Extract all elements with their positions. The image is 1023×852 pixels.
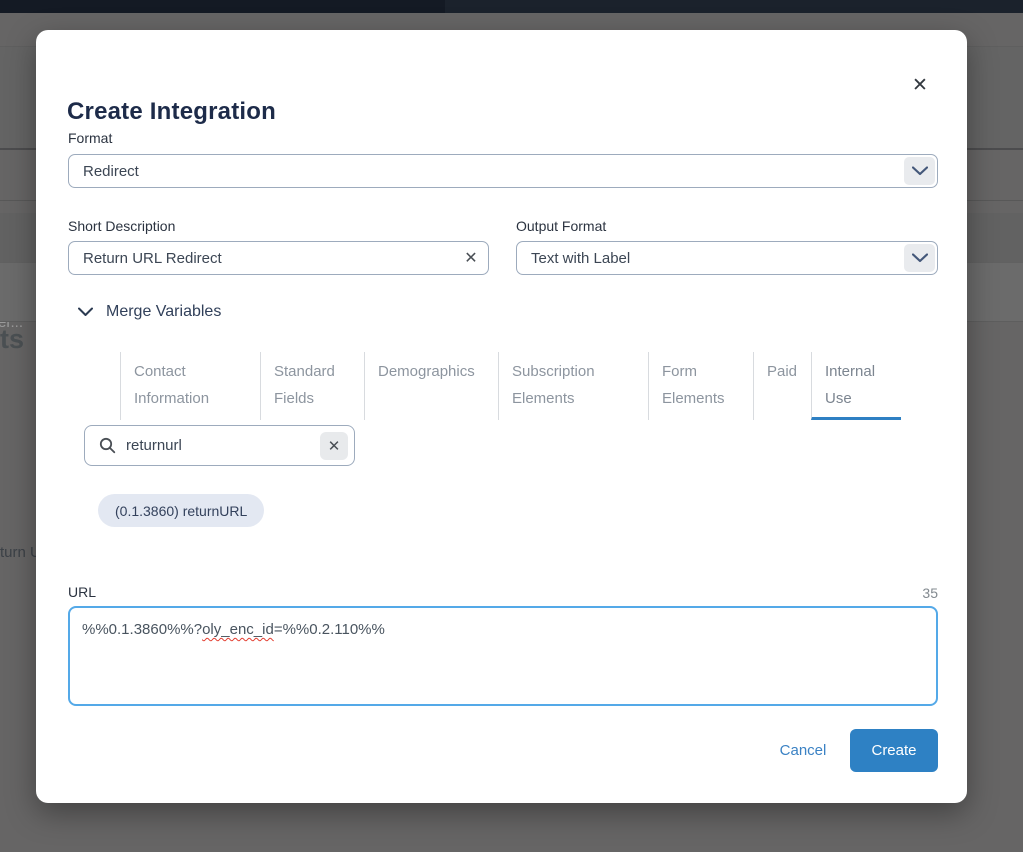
url-label: URL [68,584,97,600]
background-heading-fragment: ts [0,324,25,354]
short-description-input[interactable]: Return URL Redirect ✕ [68,241,489,275]
tab-demographics[interactable]: Demographics [364,352,498,420]
format-label: Format [68,130,113,146]
modal-title: Create Integration [67,98,276,125]
background-top-navbar-right [445,0,1023,13]
output-format-label: Output Format [516,218,607,234]
chevron-down-icon[interactable] [904,244,935,272]
tab-internal-use[interactable]: Internal Use [811,352,901,420]
merge-variables-tab-bar: Contact Information Standard Fields Demo… [120,352,901,420]
output-format-select[interactable]: Text with Label [516,241,938,275]
create-integration-modal: Create Integration ✕ Format Redirect Sho… [36,30,967,803]
url-value-suffix: =%%0.2.110%% [273,621,385,638]
chevron-down-icon[interactable] [904,157,935,185]
short-description-value: Return URL Redirect [83,249,222,267]
short-description-label: Short Description [68,218,176,234]
merge-variables-title: Merge Variables [106,303,222,320]
url-value-prefix: %%0.1.3860%%? [82,621,203,638]
search-icon [99,437,116,454]
tab-standard-fields[interactable]: Standard Fields [260,352,364,420]
merge-variable-result-pill[interactable]: (0.1.3860) returnURL [98,494,265,527]
url-textarea[interactable]: %%0.1.3860%%?oly_enc_id=%%0.2.110%% [68,606,938,706]
merge-variable-search-input[interactable]: returnurl ✕ [84,425,355,466]
search-input-value: returnurl [126,437,182,454]
format-select[interactable]: Redirect [68,154,938,188]
background-top-navbar [0,0,445,13]
close-icon[interactable]: ✕ [907,72,933,98]
format-select-value: Redirect [83,162,139,180]
merge-variables-toggle[interactable]: Merge Variables [78,303,221,321]
chevron-down-icon [78,307,93,317]
background-row-text-fragment: turn U [0,544,41,561]
tab-contact-information[interactable]: Contact Information [120,352,260,420]
create-button[interactable]: Create [850,729,938,772]
tab-form-elements[interactable]: Form Elements [648,352,753,420]
clear-search-icon[interactable]: ✕ [320,431,348,460]
tab-subscription-elements[interactable]: Subscription Elements [498,352,648,420]
url-value-misspelled: oly_enc_id [202,621,274,638]
clear-short-description-icon[interactable]: ✕ [458,245,484,271]
output-format-select-value: Text with Label [531,249,631,267]
cancel-button[interactable]: Cancel [758,742,848,762]
url-char-count: 35 [922,585,938,601]
tab-paid[interactable]: Paid [753,352,811,420]
